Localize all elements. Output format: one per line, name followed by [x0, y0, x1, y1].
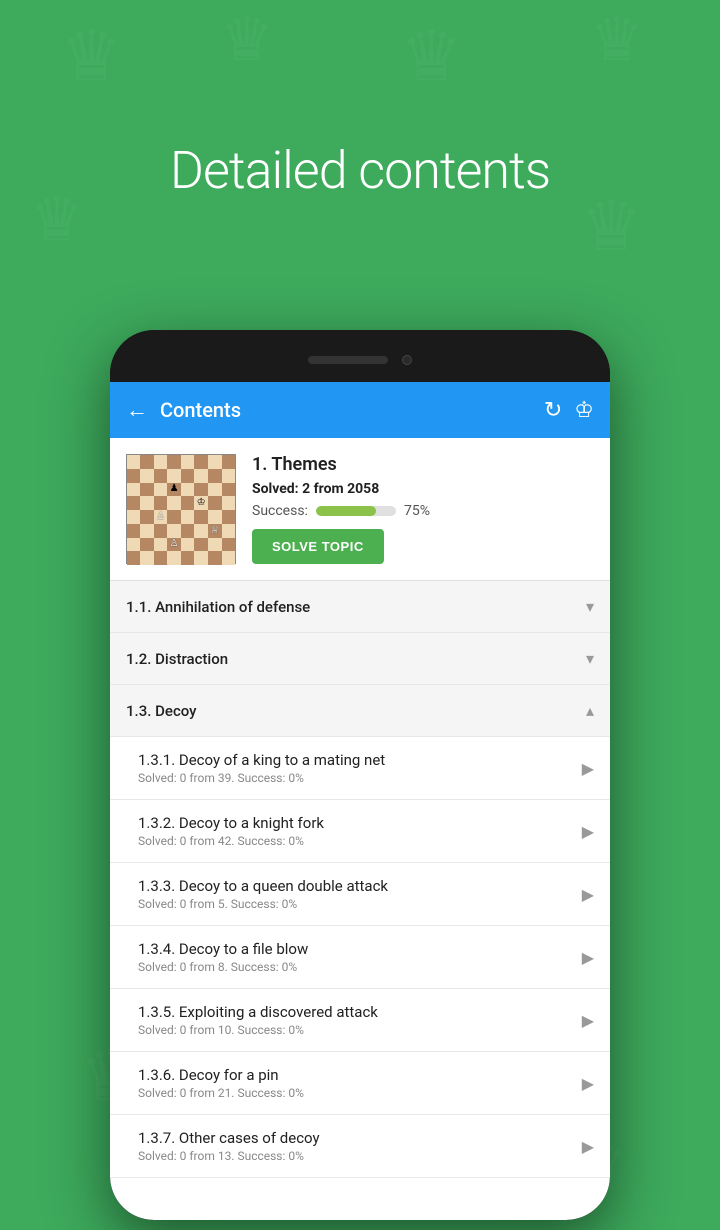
success-label: Success:	[252, 503, 308, 519]
list-item-content: 1.3.5. Exploiting a discovered attack Sol…	[138, 1003, 574, 1037]
play-icon: ▶	[582, 822, 594, 841]
play-icon: ▶	[582, 1011, 594, 1030]
app-bar: ← Contents ↻ ♔	[110, 382, 610, 438]
svg-text:♛: ♛	[400, 16, 463, 98]
list-item-subtitle: Solved: 0 from 8. Success: 0%	[138, 960, 574, 974]
phone-top-bar	[110, 330, 610, 382]
success-percent: 75%	[404, 503, 430, 519]
phone-device: ← Contents ↻ ♔ ♟	[110, 330, 610, 1220]
theme-solved-text: Solved: 2 from 2058	[252, 481, 594, 497]
list-item[interactable]: 1.3.1. Decoy of a king to a mating net So…	[110, 737, 610, 800]
list-item[interactable]: 1.2. Distraction ▾	[110, 633, 610, 685]
progress-bar	[316, 506, 396, 516]
content-list: 1.1. Annihilation of defense▾1.2. Distra…	[110, 581, 610, 1220]
chevron-down-icon: ▾	[586, 597, 594, 616]
list-item[interactable]: 1.3.6. Decoy for a pin Solved: 0 from 21.…	[110, 1052, 610, 1115]
list-item-title: 1.3.2. Decoy to a knight fork	[138, 814, 574, 832]
list-item[interactable]: 1.3. Decoy ▴	[110, 685, 610, 737]
play-icon: ▶	[582, 948, 594, 967]
list-item-content: 1.3.4. Decoy to a file blow Solved: 0 fro…	[138, 940, 574, 974]
list-item-title: 1.1. Annihilation of defense	[126, 598, 578, 616]
list-item-title: 1.3. Decoy	[126, 702, 578, 720]
list-item-content: 1.2. Distraction	[126, 650, 578, 668]
list-item-title: 1.3.7. Other cases of decoy	[138, 1129, 574, 1147]
list-item[interactable]: 1.3.4. Decoy to a file blow Solved: 0 fro…	[110, 926, 610, 989]
svg-text:♛: ♛	[60, 16, 123, 98]
app-bar-title: Contents	[160, 398, 532, 422]
list-item-subtitle: Solved: 0 from 39. Success: 0%	[138, 771, 574, 785]
solve-topic-button[interactable]: SOLVE TOPIC	[252, 529, 384, 564]
theme-info: 1. Themes Solved: 2 from 2058 Success: 7…	[252, 454, 594, 564]
list-item-subtitle: Solved: 0 from 10. Success: 0%	[138, 1023, 574, 1037]
theme-success-row: Success: 75%	[252, 503, 594, 519]
page-title: Detailed contents	[0, 140, 720, 201]
list-item-content: 1.3.6. Decoy for a pin Solved: 0 from 21.…	[138, 1066, 574, 1100]
list-item[interactable]: 1.3.2. Decoy to a knight fork Solved: 0 f…	[110, 800, 610, 863]
chevron-down-icon: ▾	[586, 649, 594, 668]
list-item-content: 1.3. Decoy	[126, 702, 578, 720]
list-item[interactable]: 1.3.5. Exploiting a discovered attack Sol…	[110, 989, 610, 1052]
theme-title: 1. Themes	[252, 454, 594, 475]
play-icon: ▶	[582, 1074, 594, 1093]
theme-section: ♟ ♔ ♙ ♕ ♙	[110, 438, 610, 581]
phone-camera	[402, 355, 412, 365]
list-item-subtitle: Solved: 0 from 5. Success: 0%	[138, 897, 574, 911]
list-item[interactable]: 1.3.7. Other cases of decoy Solved: 0 fro…	[110, 1115, 610, 1178]
list-item-content: 1.3.1. Decoy of a king to a mating net So…	[138, 751, 574, 785]
list-item-content: 1.3.2. Decoy to a knight fork Solved: 0 f…	[138, 814, 574, 848]
logo-icon: ♔	[574, 398, 594, 423]
list-item-title: 1.3.5. Exploiting a discovered attack	[138, 1003, 574, 1021]
svg-text:♛: ♛	[220, 4, 274, 75]
back-button[interactable]: ←	[126, 397, 148, 423]
list-item-title: 1.3.4. Decoy to a file blow	[138, 940, 574, 958]
list-item-content: 1.3.7. Other cases of decoy Solved: 0 fro…	[138, 1129, 574, 1163]
chevron-up-icon: ▴	[586, 701, 594, 720]
play-icon: ▶	[582, 759, 594, 778]
list-item-title: 1.3.1. Decoy of a king to a mating net	[138, 751, 574, 769]
progress-fill	[316, 506, 376, 516]
list-item[interactable]: 1.1. Annihilation of defense ▾	[110, 581, 610, 633]
list-item-title: 1.3.3. Decoy to a queen double attack	[138, 877, 574, 895]
refresh-button[interactable]: ↻	[544, 398, 562, 423]
list-item[interactable]: 1.3.3. Decoy to a queen double attack Sol…	[110, 863, 610, 926]
svg-text:♛: ♛	[590, 4, 644, 75]
list-item-title: 1.2. Distraction	[126, 650, 578, 668]
list-item-subtitle: Solved: 0 from 42. Success: 0%	[138, 834, 574, 848]
play-icon: ▶	[582, 885, 594, 904]
play-icon: ▶	[582, 1137, 594, 1156]
list-item-title: 1.3.6. Decoy for a pin	[138, 1066, 574, 1084]
phone-speaker	[308, 356, 388, 364]
list-item-subtitle: Solved: 0 from 21. Success: 0%	[138, 1086, 574, 1100]
list-item-content: 1.1. Annihilation of defense	[126, 598, 578, 616]
list-item-subtitle: Solved: 0 from 13. Success: 0%	[138, 1149, 574, 1163]
phone-screen: ← Contents ↻ ♔ ♟	[110, 382, 610, 1220]
chess-board-thumbnail: ♟ ♔ ♙ ♕ ♙	[126, 454, 236, 564]
list-item-content: 1.3.3. Decoy to a queen double attack Sol…	[138, 877, 574, 911]
